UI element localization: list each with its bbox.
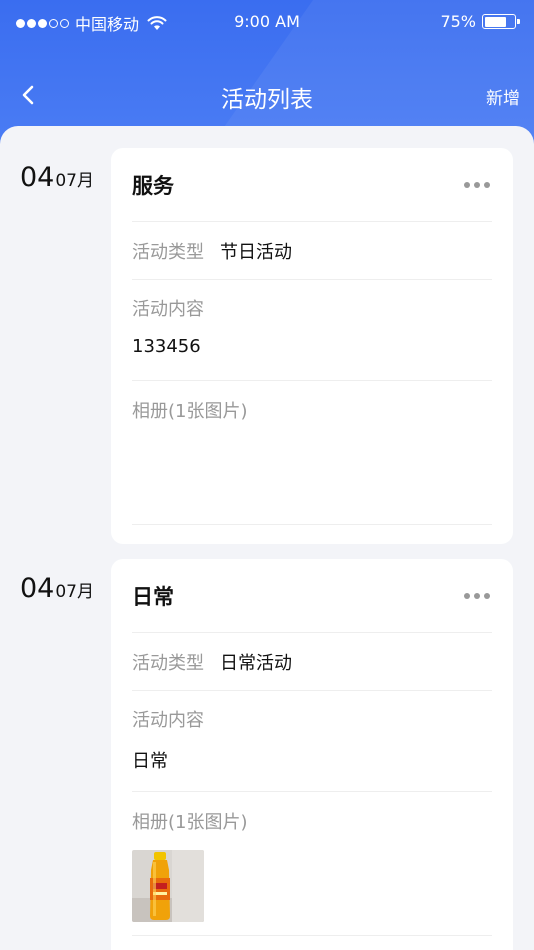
activity-type-row: 活动类型 日常活动 — [132, 633, 492, 691]
activity-card[interactable]: 服务 活动类型 节日活动 活动内容 133456 相册(1张图片) — [111, 148, 513, 544]
album-label: 相册(1张图片) — [132, 812, 248, 833]
content-value: 133456 — [132, 336, 201, 357]
activity-card[interactable]: 日常 活动类型 日常活动 活动内容 日常 相册(1张图片) — [111, 559, 513, 950]
activity-date: 04 07月 — [20, 573, 94, 604]
bottle-photo-image — [132, 850, 204, 922]
date-day: 04 — [20, 162, 55, 193]
album-thumbnail[interactable] — [132, 850, 204, 922]
activity-content-block: 活动内容 133456 — [132, 280, 492, 381]
type-value: 节日活动 — [220, 241, 292, 263]
activity-type-row: 活动类型 节日活动 — [132, 222, 492, 280]
album-block: 相册(1张图片) — [132, 381, 492, 525]
album-label: 相册(1张图片) — [132, 401, 248, 422]
content-sheet: 04 07月 服务 活动类型 节日活动 活动内容 133456 相册(1张图片)… — [0, 126, 534, 950]
more-icon[interactable] — [462, 178, 492, 192]
battery-icon — [482, 14, 520, 29]
activity-content-block: 活动内容 日常 — [132, 691, 492, 792]
page-title: 活动列表 — [221, 87, 313, 113]
date-month: 07月 — [55, 171, 94, 191]
album-block: 相册(1张图片) — [132, 792, 492, 936]
card-header: 服务 — [132, 148, 492, 222]
content-value: 日常 — [132, 751, 168, 772]
status-right: 75% — [440, 12, 520, 31]
activity-title: 日常 — [132, 584, 174, 609]
more-icon[interactable] — [462, 589, 492, 603]
date-day: 04 — [20, 573, 55, 604]
type-value: 日常活动 — [220, 652, 292, 674]
activity-date: 04 07月 — [20, 162, 94, 193]
type-label: 活动类型 — [132, 652, 204, 674]
content-label: 活动内容 — [132, 299, 204, 320]
status-bar: 中国移动 9:00 AM 75% — [0, 0, 534, 44]
type-label: 活动类型 — [132, 241, 204, 263]
date-month: 07月 — [55, 582, 94, 602]
content-label: 活动内容 — [132, 710, 204, 731]
add-button[interactable]: 新增 — [486, 84, 520, 109]
activity-title: 服务 — [132, 173, 174, 198]
card-header: 日常 — [132, 559, 492, 633]
battery-percent: 75% — [440, 12, 476, 31]
nav-bar: 活动列表 新增 — [0, 72, 534, 120]
